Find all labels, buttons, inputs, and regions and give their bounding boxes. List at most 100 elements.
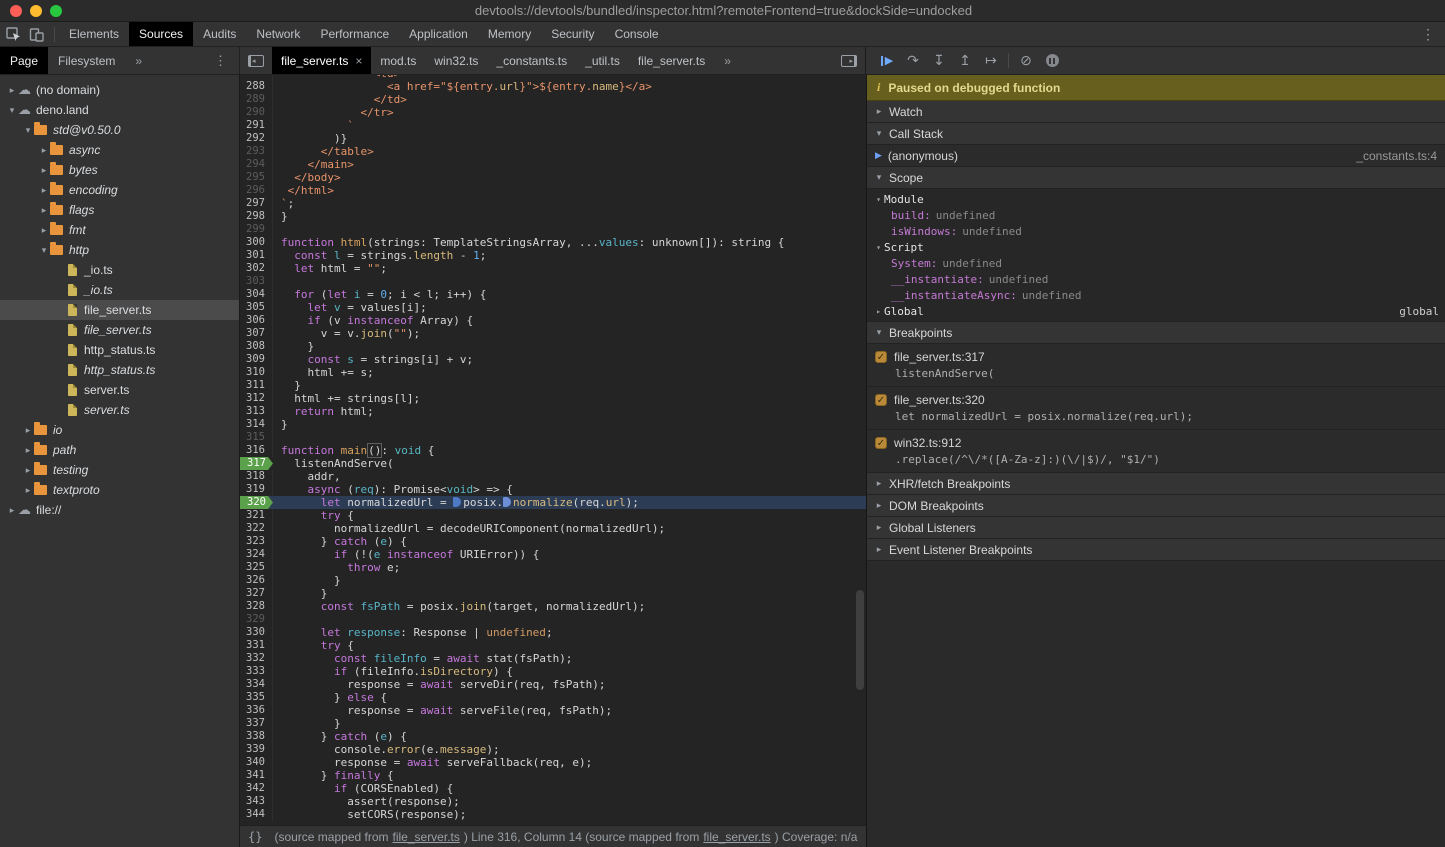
line-number-gutter[interactable]: 301 xyxy=(240,249,273,262)
code-text[interactable]: let html = ""; xyxy=(273,262,866,275)
scope-section-global[interactable]: ▸Globalglobal xyxy=(867,303,1445,319)
line-number-gutter[interactable]: 321 xyxy=(240,509,273,522)
step-out-icon[interactable]: ↥ xyxy=(952,48,978,74)
code-text[interactable]: </body> xyxy=(273,171,866,184)
tree-item-http-status-ts[interactable]: http_status.ts xyxy=(0,340,239,360)
line-number-gutter[interactable]: 328 xyxy=(240,600,273,613)
tree-item-io[interactable]: ▸io xyxy=(0,420,239,440)
line-number-gutter[interactable]: 316 xyxy=(240,444,273,457)
code-text[interactable]: for (let i = 0; i < l; i++) { xyxy=(273,288,866,301)
line-number-gutter[interactable]: 309 xyxy=(240,353,273,366)
code-text[interactable]: normalizedUrl = decodeURIComponent(norma… xyxy=(273,522,866,535)
code-text[interactable] xyxy=(273,431,866,444)
section-watch[interactable]: ▸ Watch xyxy=(867,101,1445,123)
breakpoint-gutter[interactable]: 317 xyxy=(240,457,273,470)
minimize-window-button[interactable] xyxy=(30,5,42,17)
breakpoint-checkbox[interactable]: ✓ xyxy=(875,437,887,449)
code-text[interactable] xyxy=(273,613,866,626)
panel-tab-performance[interactable]: Performance xyxy=(310,22,399,46)
section-call-stack[interactable]: ▾ Call Stack xyxy=(867,123,1445,145)
line-number-gutter[interactable]: 324 xyxy=(240,548,273,561)
code-text[interactable]: } xyxy=(273,340,866,353)
line-number-gutter[interactable]: 323 xyxy=(240,535,273,548)
disclosure-arrow-icon[interactable]: ▸ xyxy=(6,505,18,516)
code-text[interactable]: console.error(e.message); xyxy=(273,743,866,756)
line-number-gutter[interactable]: 336 xyxy=(240,704,273,717)
inspect-element-icon[interactable] xyxy=(6,27,21,42)
inline-breakpoint-marker[interactable] xyxy=(453,497,461,507)
tree-item-flags[interactable]: ▸flags xyxy=(0,200,239,220)
line-number-gutter[interactable]: 310 xyxy=(240,366,273,379)
disclosure-arrow-icon[interactable]: ▸ xyxy=(22,485,34,496)
code-text[interactable]: if (v instanceof Array) { xyxy=(273,314,866,327)
code-text[interactable]: } catch (e) { xyxy=(273,535,866,548)
code-text[interactable]: response = await serveDir(req, fsPath); xyxy=(273,678,866,691)
navigator-menu-icon[interactable]: ⋮ xyxy=(202,47,239,74)
code-text[interactable]: const fsPath = posix.join(target, normal… xyxy=(273,600,866,613)
line-number-gutter[interactable]: 311 xyxy=(240,379,273,392)
code-text[interactable]: v = v.join(""); xyxy=(273,327,866,340)
file-tab-util-ts[interactable]: _util.ts xyxy=(576,47,629,74)
line-number-gutter[interactable]: 318 xyxy=(240,470,273,483)
code-area[interactable]: <td>288 <a href="${entry.url}">${entry.n… xyxy=(240,75,866,825)
code-text[interactable]: let response: Response | undefined; xyxy=(273,626,866,639)
section-breakpoints[interactable]: ▾ Breakpoints xyxy=(867,322,1445,344)
tree-item-textproto[interactable]: ▸textproto xyxy=(0,480,239,500)
panel-tab-memory[interactable]: Memory xyxy=(478,22,541,46)
section-event-listener-breakpoints[interactable]: ▸Event Listener Breakpoints xyxy=(867,539,1445,561)
code-text[interactable]: let v = values[i]; xyxy=(273,301,866,314)
line-number-gutter[interactable]: 338 xyxy=(240,730,273,743)
disclosure-arrow-icon[interactable]: ▸ xyxy=(22,425,34,436)
tree-item-http[interactable]: ▾http xyxy=(0,240,239,260)
code-text[interactable]: if (CORSEnabled) { xyxy=(273,782,866,795)
line-number-gutter[interactable]: 288 xyxy=(240,80,273,93)
code-text[interactable]: } xyxy=(273,574,866,587)
breakpoint-checkbox[interactable]: ✓ xyxy=(875,394,887,406)
file-tab-file-server-ts[interactable]: file_server.ts xyxy=(629,47,714,74)
code-text[interactable]: } xyxy=(273,379,866,392)
code-text[interactable]: } xyxy=(273,717,866,730)
line-number-gutter[interactable]: 344 xyxy=(240,808,273,821)
line-number-gutter[interactable]: 289 xyxy=(240,93,273,106)
line-number-gutter[interactable]: 314 xyxy=(240,418,273,431)
disclosure-arrow-icon[interactable]: ▸ xyxy=(6,85,18,96)
close-tab-icon[interactable]: × xyxy=(355,54,362,68)
scope-variable-iswindows[interactable]: isWindows:undefined xyxy=(867,223,1445,239)
line-number-gutter[interactable]: 300 xyxy=(240,236,273,249)
file-tab-constants-ts[interactable]: _constants.ts xyxy=(487,47,576,74)
line-number-gutter[interactable]: 290 xyxy=(240,106,273,119)
line-number-gutter[interactable]: 294 xyxy=(240,158,273,171)
tree-item-async[interactable]: ▸async xyxy=(0,140,239,160)
line-number-gutter[interactable]: 292 xyxy=(240,132,273,145)
section-global-listeners[interactable]: ▸Global Listeners xyxy=(867,517,1445,539)
line-number-gutter[interactable]: 297 xyxy=(240,197,273,210)
resume-script-icon[interactable]: ▶ xyxy=(874,48,900,74)
line-number-gutter[interactable]: 307 xyxy=(240,327,273,340)
line-number-gutter[interactable]: 343 xyxy=(240,795,273,808)
line-number-gutter[interactable]: 295 xyxy=(240,171,273,184)
breakpoint-entry-win32-ts-912[interactable]: ✓win32.ts:912.replace(/^\/*([A-Za-z]:)(\… xyxy=(867,430,1445,473)
file-tab-file-server-ts[interactable]: file_server.ts× xyxy=(272,47,371,74)
more-options-icon[interactable]: ⋮ xyxy=(1411,22,1445,46)
tree-item-file-server-ts[interactable]: file_server.ts xyxy=(0,320,239,340)
code-text[interactable]: } finally { xyxy=(273,769,866,782)
inline-breakpoint-marker[interactable] xyxy=(503,497,511,507)
tree-item-file[interactable]: ▸☁file:// xyxy=(0,500,239,520)
code-text[interactable]: if (fileInfo.isDirectory) { xyxy=(273,665,866,678)
line-number-gutter[interactable]: 333 xyxy=(240,665,273,678)
code-text[interactable]: if (!(e instanceof URIError)) { xyxy=(273,548,866,561)
breakpoint-entry-file-server-ts-317[interactable]: ✓file_server.ts:317listenAndServe( xyxy=(867,344,1445,387)
line-number-gutter[interactable]: 299 xyxy=(240,223,273,236)
code-text[interactable]: response = await serveFile(req, fsPath); xyxy=(273,704,866,717)
call-stack-frame[interactable]: ▶ (anonymous) _constants.ts:4 xyxy=(867,145,1445,167)
scope-variable-instantiateasync[interactable]: __instantiateAsync:undefined xyxy=(867,287,1445,303)
section-xhr-fetch-breakpoints[interactable]: ▸XHR/fetch Breakpoints xyxy=(867,473,1445,495)
section-scope[interactable]: ▾ Scope xyxy=(867,167,1445,189)
tree-item-io-ts[interactable]: _io.ts xyxy=(0,260,239,280)
code-text[interactable]: } xyxy=(273,587,866,600)
navigator-tab-page[interactable]: Page xyxy=(0,47,48,74)
code-text[interactable] xyxy=(273,223,866,236)
code-text[interactable]: assert(response); xyxy=(273,795,866,808)
code-text[interactable]: const fileInfo = await stat(fsPath); xyxy=(273,652,866,665)
disclosure-arrow-icon[interactable]: ▾ xyxy=(6,105,18,116)
